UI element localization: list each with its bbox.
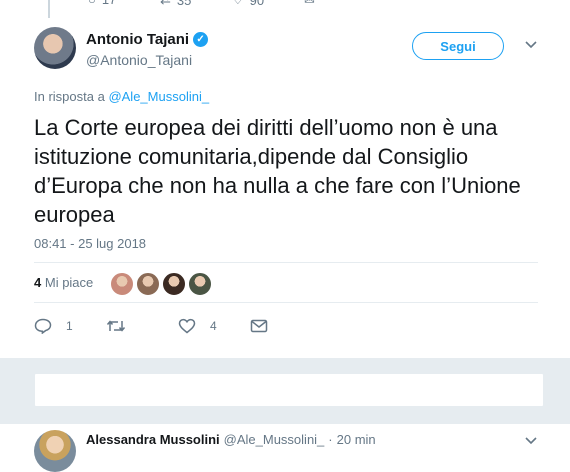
reply-context: In risposta a @Ale_Mussolini_ [34,89,209,104]
divider [34,302,538,303]
prev-reply-count: 17 [102,0,116,7]
retweet-action[interactable] [106,318,140,334]
prev-retweet-action[interactable]: ⇄ 35 [160,0,191,8]
retweet-icon [106,320,126,332]
author-handle[interactable]: @Antonio_Tajani [86,52,192,68]
reply-count: 1 [66,319,73,333]
reply-action[interactable]: 1 [34,318,73,334]
envelope-icon [250,319,268,333]
prev-like-count: 90 [249,0,265,8]
tweet-text: La Corte europea dei diritti dell’uomo n… [34,115,521,227]
separator-dot: · [328,432,333,447]
reply-input[interactable] [34,373,544,407]
envelope-icon: ✉ [304,0,315,8]
previous-tweet-actions: ○ 17 ⇄ 35 ♡ 90 ✉ [0,0,570,10]
reply-icon [34,318,52,334]
likes-count: 4 [34,275,42,290]
like-count: 4 [210,319,217,333]
liker-avatar[interactable] [162,272,186,296]
heart-icon [178,318,196,334]
prev-dm-action[interactable]: ✉ [304,0,315,8]
author-avatar[interactable] [34,27,76,69]
author-name-row[interactable]: Antonio Tajani ✓ [86,31,209,48]
liker-avatar[interactable] [136,272,160,296]
verified-badge-icon: ✓ [193,32,209,47]
next-author-handle[interactable]: @Ale_Mussolini_ [224,432,325,447]
heart-icon: ♡ [232,0,244,8]
reply-prefix: In risposta a [34,89,109,104]
prev-reply-action[interactable]: ○ 17 [88,0,116,7]
next-tweet-time[interactable]: 20 min [337,432,376,447]
prev-retweet-count: 35 [176,0,192,8]
reply-target-link[interactable]: @Ale_Mussolini_ [108,89,209,104]
direct-message-action[interactable] [250,318,268,334]
liker-avatar[interactable] [188,272,212,296]
author-name: Antonio Tajani [86,31,190,48]
likes-summary[interactable]: 4 Mi piace [34,275,93,290]
reply-icon: ○ [88,0,96,7]
likes-label: Mi piace [44,275,94,290]
tweet-timestamp[interactable]: 08:41 - 25 lug 2018 [34,236,146,251]
follow-button[interactable]: Segui [412,32,504,60]
chevron-down-icon[interactable] [524,434,538,448]
next-author-avatar[interactable] [34,430,76,472]
next-author-name[interactable]: Alessandra Mussolini [86,432,220,447]
divider [34,262,538,263]
retweet-icon: ⇄ [160,0,171,8]
prev-like-action[interactable]: ♡ 90 [232,0,264,8]
next-tweet-header: Alessandra Mussolini @Ale_Mussolini_ · 2… [86,432,376,447]
like-action[interactable]: 4 [178,318,217,334]
liker-avatar[interactable] [110,272,134,296]
chevron-down-icon[interactable] [524,38,538,52]
